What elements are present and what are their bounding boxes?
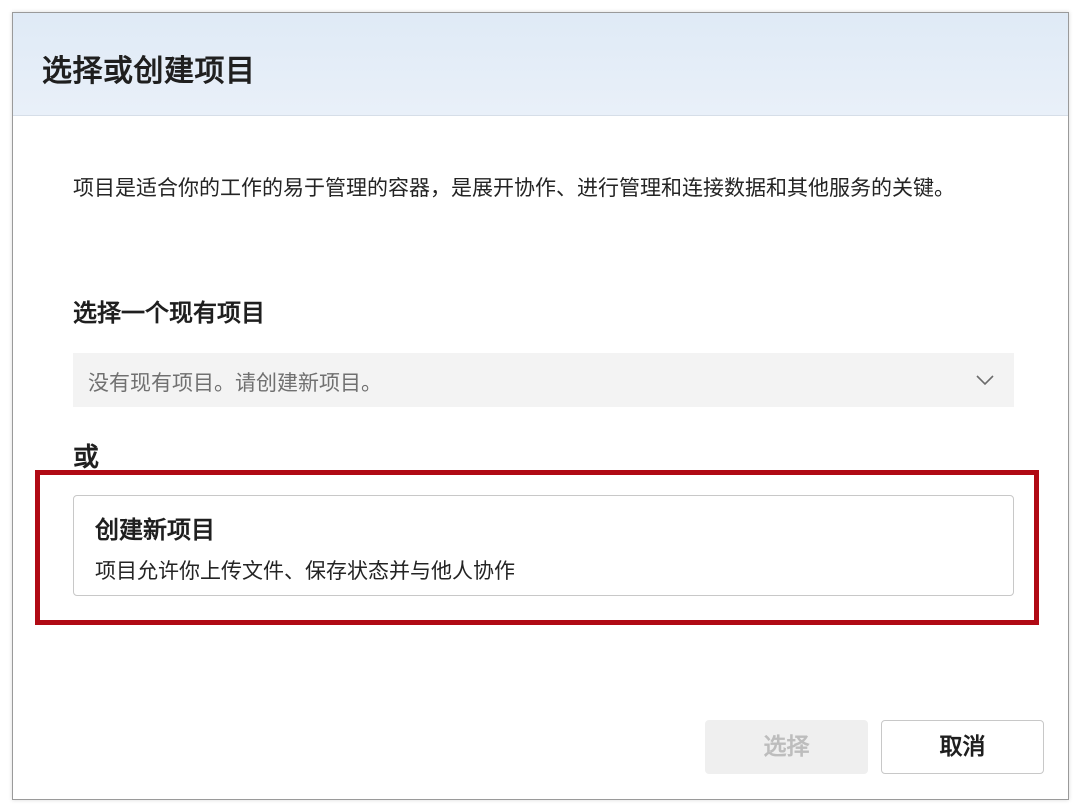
existing-project-dropdown[interactable]: 没有现有项目。请创建新项目。	[73, 353, 1014, 407]
select-button[interactable]: 选择	[705, 720, 868, 774]
existing-project-dropdown-value: 没有现有项目。请创建新项目。	[88, 371, 382, 395]
chevron-down-icon	[976, 375, 994, 386]
dialog-title: 选择或创建项目	[42, 54, 256, 89]
or-separator-label: 或	[73, 443, 100, 473]
create-new-project-option[interactable]: 创建新项目 项目允许你上传文件、保存状态并与他人协作	[73, 495, 1014, 596]
dialog-description: 项目是适合你的工作的易于管理的容器，是展开协作、进行管理和连接数据和其他服务的关…	[73, 176, 955, 200]
cancel-button[interactable]: 取消	[881, 720, 1044, 774]
create-new-project-description: 项目允许你上传文件、保存状态并与他人协作	[95, 559, 515, 583]
create-new-project-title: 创建新项目	[95, 516, 215, 544]
existing-project-label: 选择一个现有项目	[73, 299, 265, 327]
select-or-create-project-dialog: 选择或创建项目 项目是适合你的工作的易于管理的容器，是展开协作、进行管理和连接数…	[12, 12, 1069, 800]
dialog-header: 选择或创建项目	[13, 13, 1068, 116]
